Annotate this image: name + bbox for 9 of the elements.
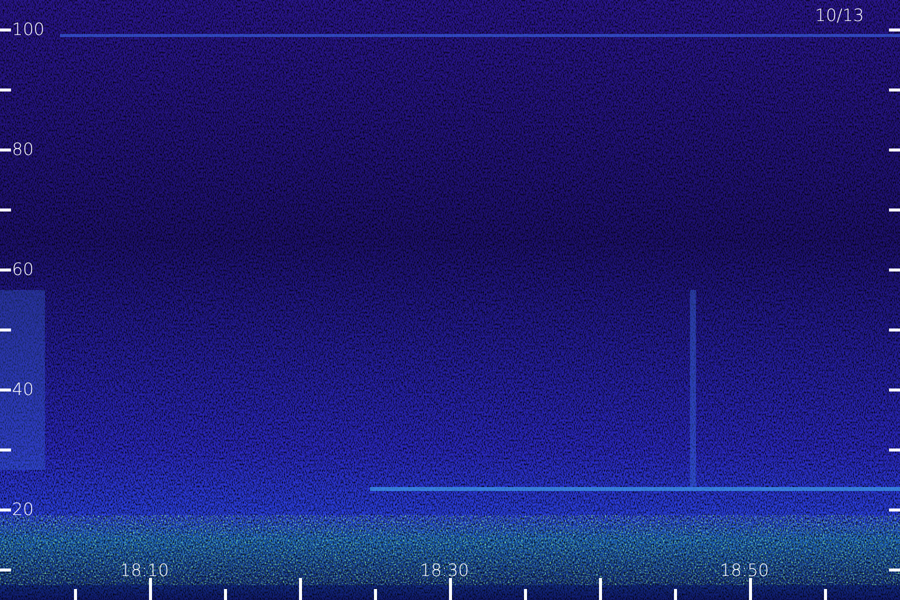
y-axis-label: 20 bbox=[12, 500, 34, 520]
y-axis-label: 100 bbox=[12, 20, 44, 40]
date-label: 10/13 bbox=[815, 6, 864, 26]
x-axis-label: 18:50 bbox=[720, 561, 769, 581]
x-axis-label: 18:10 bbox=[120, 561, 169, 581]
y-axis-label: 40 bbox=[12, 380, 34, 400]
y-axis-label: 80 bbox=[12, 140, 34, 160]
x-axis-label: 18:30 bbox=[420, 561, 469, 581]
y-axis-label: 60 bbox=[12, 260, 34, 280]
